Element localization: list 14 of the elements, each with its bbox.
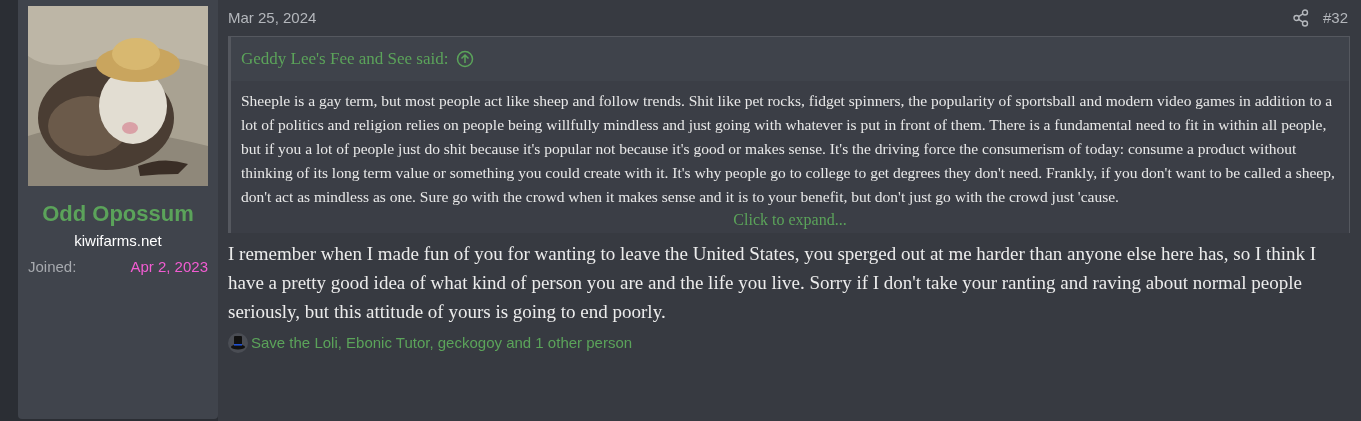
user-title: kiwifarms.net	[74, 230, 162, 251]
arrow-up-icon[interactable]	[456, 50, 475, 68]
post-date[interactable]: Mar 25, 2024	[228, 6, 317, 30]
post-number[interactable]: #32	[1322, 6, 1348, 30]
quote-author[interactable]: Geddy Lee's Fee and See said:	[241, 46, 449, 72]
joined-label: Joined:	[28, 257, 77, 277]
share-icon[interactable]	[1292, 9, 1309, 27]
expand-link[interactable]: Click to expand...	[733, 209, 847, 231]
post-body: I remember when I made fun of you for wanting to leave the United States, you sperged out at me harder than anyone else here has, so I think I have a pretty good idea of what kind of person you are and the life you live. Sorry if I don't take your ranting and raving about normal people seriously, but this attitude of yours is going to end poorly.	[228, 242, 1318, 324]
quote-text: Sheeple is a gay term, but most people act like sheep and follow trends. Shit like pet rocks, fidget spinners, the popularity of sportsball and modern video games in addition to a lot of politics and religion relies on people being willfully mindless and just going with whatever is put in front of them. There is a fundamental need to fit in within all people, but if you a lot of people just do shit because it's popular not because it's good or makes sense. It's the driving force the consumerism of today: consume a product without thinking of its long term value or something you could create with it. It's why people go to college to get degrees they don't need. Frankly, if you don't want to be called a sheep, don't act as mindless as one. Sure go with the crowd when it makes sense and it is to your benefit, but don't just go with the crowd just 'cause.	[241, 91, 1336, 207]
top-hat-icon	[228, 333, 248, 354]
username[interactable]: Odd Opossum	[42, 200, 194, 228]
joined-date: Apr 2, 2023	[130, 257, 208, 277]
reactions-list[interactable]: Save the Loli, Ebonic Tutor, geckogoy and 1 other person	[251, 332, 633, 355]
